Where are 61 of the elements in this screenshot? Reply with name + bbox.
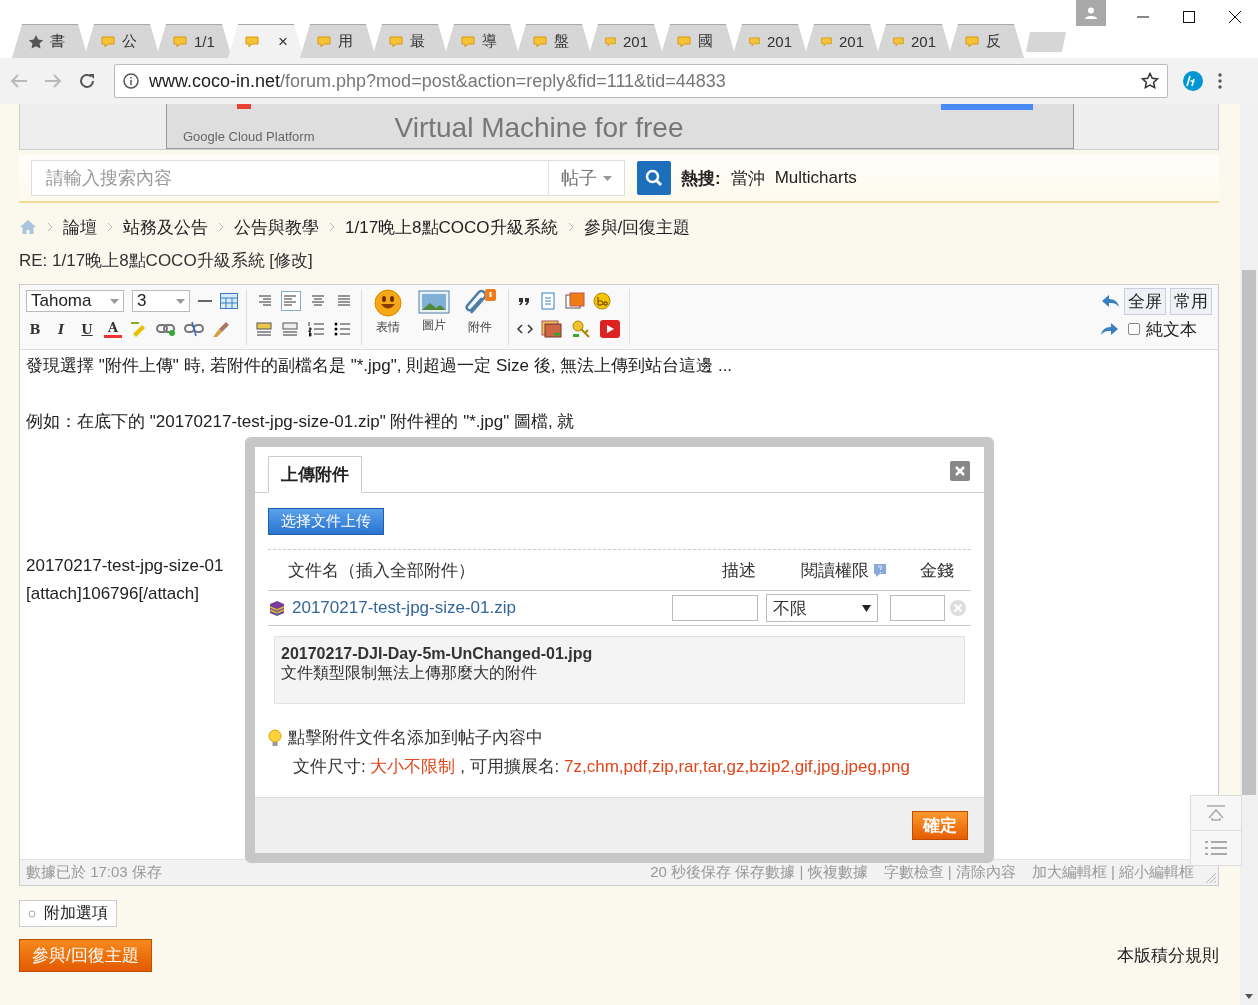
close-tab-button[interactable]: × [278, 31, 288, 52]
options-button[interactable]: 附加選項 [19, 900, 117, 927]
browser-tab[interactable]: 導 [444, 24, 520, 58]
checkbox-label: 純文本 [1146, 318, 1197, 341]
file-link[interactable]: 20170217-test-jpg-size-01.zip [292, 598, 516, 618]
hot-search-link[interactable]: 當沖 [730, 166, 765, 190]
toolbar-button[interactable]: 圖片 [416, 289, 452, 345]
error-message: 文件類型限制無法上傳那麼大的附件 [281, 663, 538, 683]
banner-headline: Virtual Machine for free [394, 112, 684, 144]
browser-tab[interactable]: 1/1 [156, 24, 232, 58]
browser-tab[interactable]: 公 [84, 24, 160, 58]
browser-tab[interactable]: 201 [876, 24, 952, 58]
browser-tab[interactable]: 用 [300, 24, 376, 58]
limits-text: 文件尺寸: 大小不限制 , 可用擴展名: 7z,chm,pdf,zip,rar,tar,gz,bzip2,gif,jpg,jpeg,png [292, 756, 911, 778]
toolbar-text-button[interactable]: 常用 [1170, 287, 1212, 315]
banner[interactable]: Google Cloud Platform Virtual Machine for free [19, 104, 1219, 150]
error-file-name: 20170217-DJI-Day-5m-UnChanged-01.jpg [281, 645, 594, 663]
insert-all-link[interactable]: 文件名（插入全部附件） [268, 558, 693, 582]
hot-label: 熱搜: [681, 167, 721, 190]
editor-text-line: 發現選擇 "附件上傳" 時, 若附件的副檔名是 "*.jpg", 則超過一定 Size 後, 無法上傳到站台這邊 ... [26, 355, 733, 377]
breadcrumb-link[interactable]: 論壇 [63, 215, 97, 239]
scope-dropdown[interactable]: 帖子 [548, 161, 624, 195]
toolbar-button[interactable]: 附件 [462, 289, 498, 345]
browser-tab[interactable]: 書 [12, 24, 88, 58]
upload-button[interactable]: 选择文件上传 [268, 508, 384, 535]
permission-dropdown[interactable]: 不限 [766, 594, 878, 622]
browser-tab[interactable]: 最 [372, 24, 448, 58]
browser-tab[interactable]: × [228, 24, 304, 58]
hot-search-link[interactable]: Multicharts [774, 168, 857, 188]
browser-tab[interactable]: 國 [660, 24, 736, 58]
column-header: 閱讀權限 [801, 559, 869, 582]
brand-text: Google Cloud Platform [183, 129, 315, 144]
browser-tab[interactable]: 反 [948, 24, 1024, 58]
italic-button[interactable]: I [52, 321, 70, 337]
save-status: 數據已於 17:03 保存 [26, 863, 163, 882]
editor-text-line: 例如：在底下的 "20170217-test-jpg-size-01.zip" 附件裡的 "*.jpg" 圖檔, 就 [26, 411, 575, 433]
browser-tab[interactable]: 201 [732, 24, 808, 58]
bold-button[interactable]: B [26, 321, 44, 337]
breadcrumb-link[interactable]: 參與/回復主題 [583, 215, 691, 239]
editor-text-line: 20170217-test-jpg-size-01 [26, 555, 224, 577]
column-header: 金錢 [918, 559, 955, 582]
browser-tab[interactable]: 201 [588, 24, 664, 58]
post-title: RE: 1/17晚上8點COCO升級系統 [修改] [19, 250, 314, 272]
search-field[interactable]: 請輸入搜索內容 帖子 [31, 160, 625, 196]
breadcrumb-link[interactable]: 1/17晚上8點COCO升級系統 [345, 215, 558, 239]
font-dropdown[interactable]: Tahoma [26, 290, 124, 312]
column-header: 描述 [721, 559, 758, 582]
toolbar-text-button[interactable]: 全屏 [1124, 287, 1166, 315]
font-color-button[interactable]: A [104, 320, 122, 338]
breadcrumb-link[interactable]: 站務及公告 [123, 215, 208, 239]
tip-text: 點擊附件文件名添加到帖子內容中 [288, 727, 543, 749]
breadcrumb-link[interactable]: 公告與教學 [234, 215, 319, 239]
underline-button[interactable]: U [78, 321, 96, 337]
size-dropdown[interactable]: 3 [132, 290, 190, 312]
toolbar-button[interactable]: 表情 [370, 289, 406, 345]
dialog-tab[interactable]: 上傳附件 [268, 456, 362, 493]
address-field[interactable]: www.coco-in.net/forum.php?mod=post&action=reply&fid=111&tid=44833 [114, 64, 1168, 98]
editor-text-line: [attach]106796[/attach] [26, 583, 199, 605]
browser-tab[interactable]: 盤 [516, 24, 592, 58]
rules-link[interactable]: 本版積分規則 [1117, 944, 1219, 967]
browser-tab[interactable]: 201 [804, 24, 880, 58]
